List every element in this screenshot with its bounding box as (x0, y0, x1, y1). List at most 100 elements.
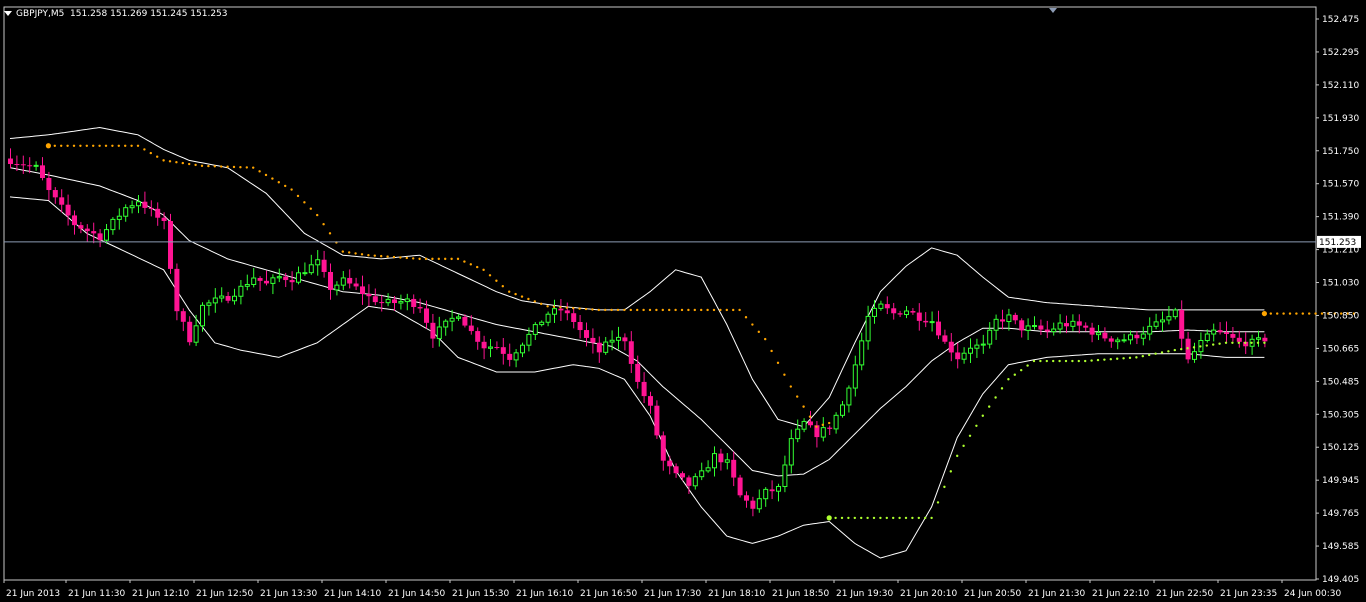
candle-body-bear (174, 268, 180, 312)
resistance-stop-dot (60, 144, 63, 147)
support-stop-dot (943, 485, 946, 489)
candle-body-bull (276, 276, 282, 279)
resistance-stop-dot (367, 254, 370, 257)
candle-body-bear (65, 204, 71, 216)
candle-body-bear (596, 342, 602, 353)
candle-body-bear (353, 283, 359, 287)
candle-body-bear (430, 322, 436, 339)
candle-body-bear (910, 311, 916, 313)
resistance-stop-dot (533, 300, 536, 303)
y-tick-label: 149.585 (1322, 542, 1359, 552)
resistance-stop-dot (1282, 312, 1285, 315)
y-tick-label: 151.750 (1322, 147, 1359, 157)
candle-body-bull (129, 205, 135, 209)
candle-body-bull (552, 308, 557, 315)
price-chart[interactable]: 151.253 152.475 152.295 152.110 151.930 151.… (0, 0, 1366, 602)
candle-body-bear (1230, 333, 1236, 338)
candle-body-bear (155, 208, 161, 218)
candle-body-bear (1038, 325, 1044, 330)
support-stop-dot (1020, 368, 1023, 372)
price-axis[interactable]: 152.475 152.295 152.110 151.930 151.750 151.5… (1316, 15, 1359, 585)
candle-body-bull (1096, 332, 1101, 336)
resistance-stop-dot (162, 159, 165, 162)
resistance-stop-dot (668, 308, 671, 312)
support-stop-dot (988, 405, 991, 408)
resistance-stop-dot (341, 250, 344, 253)
y-tick-label: 149.765 (1322, 509, 1359, 519)
x-tick-label: 21 Jun 20:10 (900, 589, 957, 599)
x-tick-label: 21 Jun 11:30 (68, 589, 125, 599)
resistance-stop-dot (456, 257, 460, 261)
candle-body-bear (558, 308, 564, 311)
resistance-stop-dot (578, 307, 581, 310)
resistance-stop-dot (271, 177, 274, 180)
resistance-stop-dot (264, 173, 268, 177)
resistance-stop-dot (815, 425, 818, 428)
x-tick-label: 21 Jun 18:50 (772, 589, 829, 599)
resistance-stop-dot (591, 308, 594, 311)
resistance-stop-dot (188, 162, 191, 166)
candle-body-bull (1006, 314, 1012, 323)
y-tick-label: 152.295 (1322, 48, 1359, 58)
chart-window[interactable]: 151.253 152.475 152.295 152.110 151.930 151.… (0, 0, 1366, 602)
resistance-stop-dot (45, 143, 52, 149)
x-tick-label: 21 Jun 13:30 (260, 589, 317, 599)
candle-body-bull (404, 298, 410, 303)
candle-body-bull (1032, 325, 1037, 328)
current-price-line: 151.253 (4, 235, 1361, 248)
time-axis[interactable]: 21 Jun 2013 21 Jun 11:30 21 Jun 12:10 21 Ju… (3, 580, 1341, 599)
symbol-timeframe: GBPJPY,M5 (16, 9, 65, 19)
candle-body-bear (481, 341, 487, 349)
resistance-stop-dot (520, 295, 524, 298)
candle-body-bear (1019, 320, 1025, 331)
candle-body-bull (788, 438, 794, 466)
resistance-stop-dot (245, 166, 248, 169)
bollinger-bands (9, 126, 1265, 559)
support-stop-dot (1084, 359, 1087, 363)
resistance-stop-dot (680, 308, 684, 312)
support-stop-dot (1154, 352, 1157, 355)
candle-body-bull (110, 218, 116, 231)
candle-body-bear (1224, 332, 1229, 334)
candle-body-bull (1147, 325, 1153, 335)
resistance-stop-dot (405, 256, 408, 260)
resistance-stop-dot (424, 257, 428, 261)
support-stop-dot (1077, 359, 1081, 363)
menu-triangle-icon[interactable] (4, 11, 12, 16)
candle-body-bear (84, 228, 90, 232)
candle-body-bear (91, 231, 97, 234)
candle-body-bull (443, 320, 449, 328)
candle-body-bear (1012, 314, 1018, 321)
candle-body-bull (302, 272, 308, 275)
support-stop-dot (872, 516, 876, 520)
candle-body-bull (987, 329, 993, 345)
chart-shift-marker-icon[interactable] (1049, 8, 1057, 13)
support-stop-dot (1032, 359, 1036, 363)
resistance-stop-dot (744, 316, 748, 319)
resistance-stop-dot (104, 144, 108, 147)
resistance-stop-dot (207, 164, 210, 168)
candle-body-bear (891, 308, 897, 314)
chart-title: GBPJPY,M5 151.258 151.269 151.245 151.25… (4, 9, 228, 23)
y-tick-label: 149.405 (1322, 575, 1359, 585)
support-stop-dot (1244, 341, 1247, 344)
candle-body-bull (1211, 329, 1217, 335)
candle-body-bear (347, 277, 353, 284)
candle-body-bull (398, 301, 404, 304)
candle-body-bear (827, 427, 833, 429)
resistance-stop-dot (284, 184, 287, 188)
candle-body-bear (187, 321, 193, 343)
candle-body-bear (635, 363, 641, 382)
x-tick-label: 21 Jun 17:30 (644, 589, 701, 599)
candle-body-bull (1051, 328, 1057, 333)
resistance-stop-dot (802, 405, 805, 408)
x-tick-label: 21 Jun 14:10 (324, 589, 381, 599)
candle-body-bear (468, 325, 474, 332)
candle-body-bear (1089, 327, 1095, 335)
resistance-stop-dot (1301, 312, 1305, 315)
resistance-stop-dot (597, 308, 600, 312)
candle-body-bear (673, 466, 679, 474)
resistance-stop-dot (565, 306, 568, 309)
resistance-stop-dot (770, 349, 773, 353)
candle-body-bull (1057, 322, 1063, 330)
